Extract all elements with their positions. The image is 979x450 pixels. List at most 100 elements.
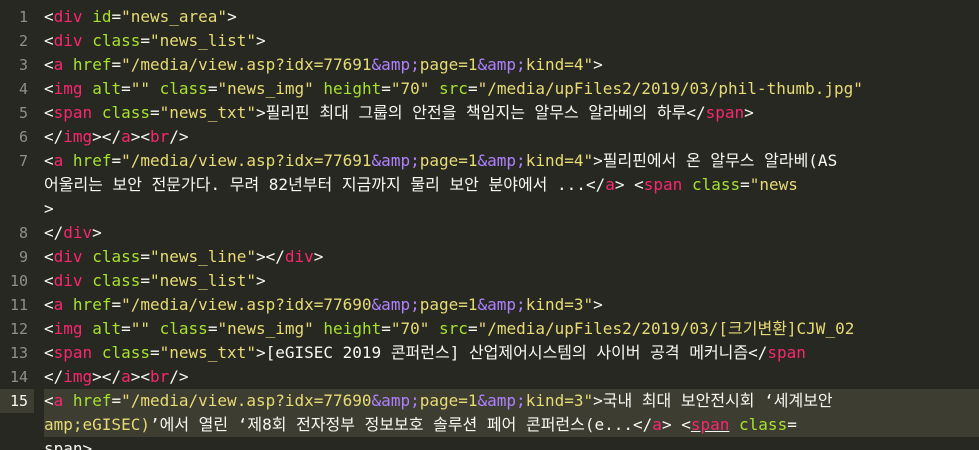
code-token: />: [169, 367, 189, 386]
code-token: =: [111, 7, 122, 26]
code-line[interactable]: span>: [44, 437, 92, 450]
code-token: &amp;: [477, 151, 526, 170]
code-token: page=1: [419, 151, 478, 170]
code-token: height: [323, 319, 382, 338]
code-token: >: [593, 55, 603, 74]
code-token: page=1: [419, 295, 478, 314]
code-line[interactable]: </img></a><br/>: [44, 365, 189, 389]
code-token: class: [159, 79, 208, 98]
code-token: alt: [92, 319, 122, 338]
code-token: ></: [92, 367, 122, 386]
code-line[interactable]: >: [44, 197, 54, 221]
code-token: </: [633, 415, 653, 434]
code-token: href: [72, 151, 112, 170]
line-number: 12: [9, 320, 28, 338]
code-token: "news_line": [150, 247, 256, 266]
code-token: "": [130, 319, 150, 338]
code-token: class: [101, 103, 150, 122]
code-token: >: [227, 7, 237, 26]
code-token: class: [691, 175, 741, 194]
code-line[interactable]: <a href="/media/view.asp?idx=77691&amp;p…: [44, 53, 603, 77]
line-number: 3: [18, 56, 28, 74]
code-token: <: [634, 175, 644, 194]
line-number-gutter: 1 2 3 4 5 6 7 8 9 10 11 12 13 14 15: [0, 0, 34, 450]
code-token: <: [44, 247, 54, 266]
code-token: class: [92, 31, 141, 50]
code-line[interactable]: <a href="/media/view.asp?idx=77691&amp;p…: [44, 149, 837, 173]
code-token: div: [284, 247, 314, 266]
code-token: href: [72, 295, 112, 314]
code-token: </: [686, 103, 706, 122]
code-line[interactable]: </div>: [44, 221, 102, 245]
code-token: <: [681, 415, 691, 434]
code-line[interactable]: <img alt="" class="news_img" height="70"…: [44, 317, 854, 341]
line-number: 2: [18, 32, 28, 50]
code-token: =: [111, 151, 122, 170]
code-line[interactable]: <div class="news_line"></div>: [44, 245, 323, 269]
code-token: br: [149, 127, 170, 146]
code-token: src: [439, 319, 468, 338]
code-token: a: [121, 127, 131, 146]
code-line[interactable]: <img alt="" class="news_img" height="70"…: [44, 77, 863, 101]
line-number: 1: [18, 8, 28, 26]
code-token: span: [53, 343, 93, 362]
code-token: >: [593, 295, 603, 314]
code-line[interactable]: <div class="news_list">: [44, 29, 266, 53]
code-token: "news: [749, 175, 798, 194]
code-token: class: [92, 271, 141, 290]
code-token: >: [593, 391, 603, 410]
line-number: 13: [9, 344, 28, 362]
code-token: "news_area": [121, 7, 228, 26]
code-token: =: [111, 55, 122, 74]
line-number: 8: [18, 224, 28, 242]
code-content[interactable]: <div id="news_area"> <div class="news_lis…: [44, 0, 979, 450]
code-editor[interactable]: 1 2 3 4 5 6 7 8 9 10 11 12 13 14 15 <div id="news_area…: [0, 0, 979, 450]
code-token: </: [44, 367, 64, 386]
code-token: =: [467, 79, 478, 98]
code-token: "70": [390, 319, 430, 338]
code-token: =: [149, 103, 160, 122]
code-line[interactable]: <a href="/media/view.asp?idx=77690&amp;p…: [44, 293, 603, 317]
code-token: a: [53, 55, 64, 74]
code-line[interactable]: <span class="news_txt">[eGISEC 2019 콘퍼런스…: [44, 341, 806, 365]
code-line[interactable]: 어울리는 보안 전문가다. 무려 82년부터 지금까지 물리 보안 분야에서 .…: [44, 173, 798, 197]
code-token: "/media/upFiles2/2019/03/[크기변환]CJW_02: [477, 319, 855, 338]
code-line[interactable]: <div id="news_area">: [44, 5, 237, 29]
code-token: a: [53, 151, 64, 170]
code-token: &amp;: [371, 295, 420, 314]
code-token: =: [121, 79, 131, 98]
code-line[interactable]: </img></a><br/>: [44, 125, 189, 149]
code-token: img: [53, 79, 83, 98]
code-token: class: [92, 247, 141, 266]
code-token: page=1: [419, 391, 478, 410]
code-token: <: [44, 343, 54, 362]
code-token: <: [44, 7, 54, 26]
code-line[interactable]: <div class="news_list">: [44, 269, 266, 293]
line-number: 6: [18, 128, 28, 146]
code-token: >: [92, 223, 102, 242]
code-token: <: [44, 31, 54, 50]
code-line[interactable]: amp;eGISEC)’에서 열린 ‘제8회 전자정부 정보보호 솔루션 페어 …: [44, 413, 797, 437]
code-token: "news_txt": [159, 103, 256, 122]
line-number: 10: [9, 272, 28, 290]
code-token: =: [787, 415, 797, 434]
code-token: page=1: [419, 55, 478, 74]
code-token: "": [130, 79, 150, 98]
code-token: a: [605, 175, 615, 194]
code-token: img: [63, 367, 93, 386]
code-line[interactable]: <span class="news_txt">필리핀 최대 그룹의 안전을 책임…: [44, 101, 754, 125]
code-token: href: [72, 391, 112, 410]
code-token: >: [744, 103, 754, 122]
code-line[interactable]: <a href="/media/view.asp?idx=77690&amp;p…: [44, 389, 833, 413]
code-token: ></: [92, 127, 122, 146]
code-token: &amp;: [477, 295, 526, 314]
